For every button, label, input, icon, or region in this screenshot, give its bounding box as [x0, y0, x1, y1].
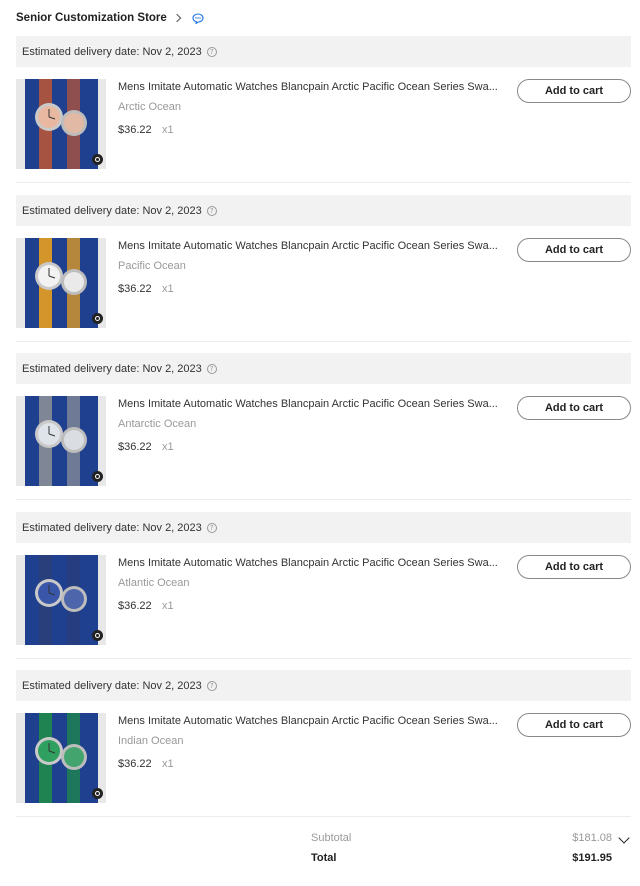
divider — [16, 341, 631, 342]
divider — [16, 816, 631, 817]
watch-photo — [25, 396, 98, 486]
order-card: Estimated delivery date: Nov 2, 2023? Men… — [16, 670, 631, 816]
product-image[interactable] — [16, 79, 106, 169]
order-summary: Subtotal $181.08 Total $191.95 — [16, 832, 631, 872]
order-card: Estimated delivery date: Nov 2, 2023? Men… — [16, 195, 631, 341]
product-title[interactable]: Mens Imitate Automatic Watches Blancpain… — [118, 240, 498, 252]
camera-icon[interactable] — [92, 313, 103, 324]
help-icon[interactable]: ? — [206, 680, 217, 691]
product-quantity: x1 — [162, 283, 174, 295]
product-variant: Indian Ocean — [118, 735, 184, 747]
camera-icon[interactable] — [92, 154, 103, 165]
total-value: $191.95 — [572, 852, 612, 864]
product-price: $36.22 — [118, 600, 152, 612]
order-card: Estimated delivery date: Nov 2, 2023? Men… — [16, 36, 631, 182]
list-item: Mens Imitate Automatic Watches Blancpain… — [16, 384, 631, 499]
delivery-bar: Estimated delivery date: Nov 2, 2023? — [16, 512, 631, 543]
product-quantity: x1 — [162, 758, 174, 770]
product-variant: Atlantic Ocean — [118, 577, 190, 589]
store-name[interactable]: Senior Customization Store — [16, 12, 167, 24]
total-row: Total $191.95 — [16, 852, 631, 872]
add-to-cart-button[interactable]: Add to cart — [517, 713, 631, 737]
delivery-date: Estimated delivery date: Nov 2, 2023 — [22, 204, 202, 217]
add-to-cart-button[interactable]: Add to cart — [517, 555, 631, 579]
camera-icon[interactable] — [92, 471, 103, 482]
product-price: $36.22 — [118, 758, 152, 770]
product-price: $36.22 — [118, 124, 152, 136]
divider — [16, 658, 631, 659]
product-title[interactable]: Mens Imitate Automatic Watches Blancpain… — [118, 557, 498, 569]
store-header: Senior Customization Store — [16, 10, 204, 26]
list-item: Mens Imitate Automatic Watches Blancpain… — [16, 543, 631, 658]
product-price: $36.22 — [118, 441, 152, 453]
product-variant: Pacific Ocean — [118, 260, 186, 272]
product-title[interactable]: Mens Imitate Automatic Watches Blancpain… — [118, 81, 498, 93]
help-icon[interactable]: ? — [206, 522, 217, 533]
list-item: Mens Imitate Automatic Watches Blancpain… — [16, 226, 631, 341]
product-image[interactable] — [16, 238, 106, 328]
watch-photo — [25, 238, 98, 328]
product-title[interactable]: Mens Imitate Automatic Watches Blancpain… — [118, 398, 498, 410]
delivery-date: Estimated delivery date: Nov 2, 2023 — [22, 521, 202, 534]
help-icon[interactable]: ? — [206, 46, 217, 57]
product-quantity: x1 — [162, 600, 174, 612]
chevron-right-icon[interactable] — [172, 13, 182, 23]
order-card: Estimated delivery date: Nov 2, 2023? Men… — [16, 353, 631, 499]
list-item: Mens Imitate Automatic Watches Blancpain… — [16, 67, 631, 182]
delivery-bar: Estimated delivery date: Nov 2, 2023? — [16, 670, 631, 701]
delivery-bar: Estimated delivery date: Nov 2, 2023? — [16, 36, 631, 67]
delivery-bar: Estimated delivery date: Nov 2, 2023? — [16, 195, 631, 226]
watch-photo — [25, 79, 98, 169]
watch-photo — [25, 713, 98, 803]
add-to-cart-button[interactable]: Add to cart — [517, 238, 631, 262]
product-image[interactable] — [16, 555, 106, 645]
product-variant: Arctic Ocean — [118, 101, 181, 113]
chevron-down-icon[interactable] — [618, 832, 630, 844]
divider — [16, 182, 631, 183]
product-image[interactable] — [16, 396, 106, 486]
product-image[interactable] — [16, 713, 106, 803]
chat-icon[interactable] — [192, 12, 204, 24]
add-to-cart-button[interactable]: Add to cart — [517, 79, 631, 103]
delivery-bar: Estimated delivery date: Nov 2, 2023? — [16, 353, 631, 384]
camera-icon[interactable] — [92, 788, 103, 799]
camera-icon[interactable] — [92, 630, 103, 641]
subtotal-row: Subtotal $181.08 — [16, 832, 631, 852]
help-icon[interactable]: ? — [206, 205, 217, 216]
order-card: Estimated delivery date: Nov 2, 2023? Men… — [16, 512, 631, 658]
product-title[interactable]: Mens Imitate Automatic Watches Blancpain… — [118, 715, 498, 727]
list-item: Mens Imitate Automatic Watches Blancpain… — [16, 701, 631, 816]
product-price: $36.22 — [118, 283, 152, 295]
product-quantity: x1 — [162, 124, 174, 136]
total-label: Total — [311, 852, 337, 864]
delivery-date: Estimated delivery date: Nov 2, 2023 — [22, 362, 202, 375]
watch-photo — [25, 555, 98, 645]
subtotal-value: $181.08 — [572, 832, 612, 844]
subtotal-label: Subtotal — [311, 832, 352, 844]
help-icon[interactable]: ? — [206, 363, 217, 374]
product-quantity: x1 — [162, 441, 174, 453]
delivery-date: Estimated delivery date: Nov 2, 2023 — [22, 679, 202, 692]
add-to-cart-button[interactable]: Add to cart — [517, 396, 631, 420]
product-variant: Antarctic Ocean — [118, 418, 197, 430]
divider — [16, 499, 631, 500]
delivery-date: Estimated delivery date: Nov 2, 2023 — [22, 45, 202, 58]
